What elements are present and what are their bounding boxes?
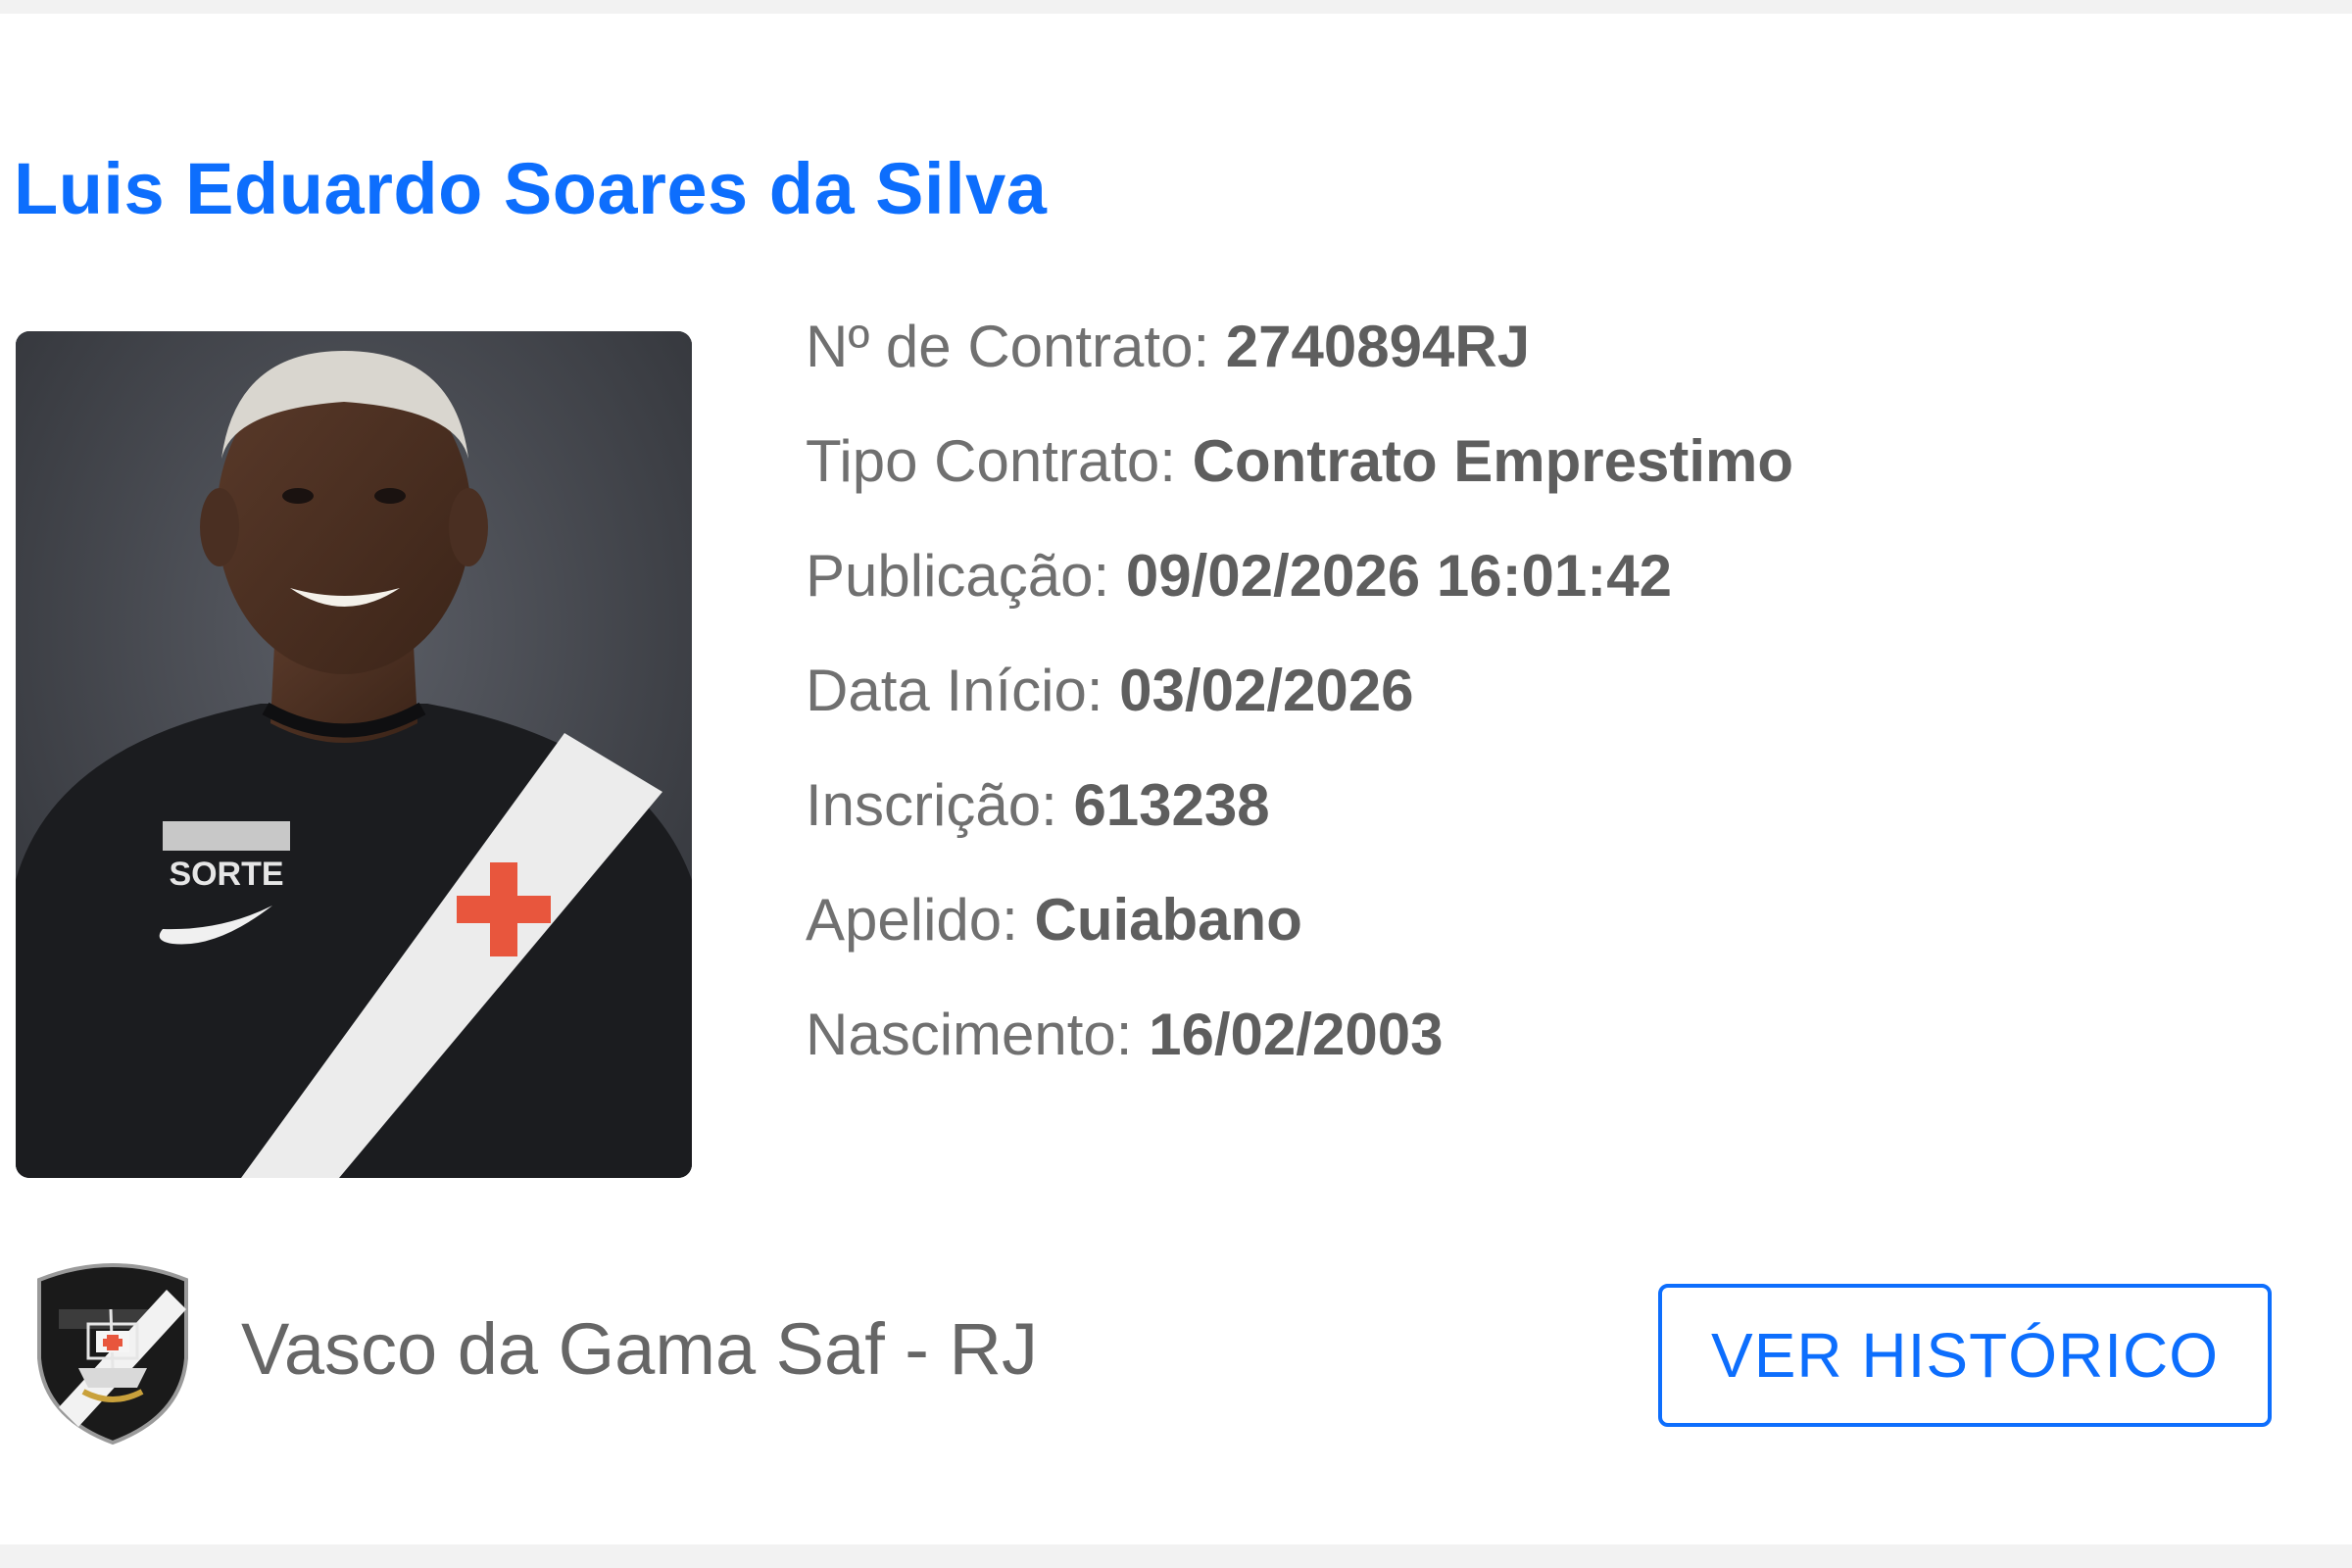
detail-value: 613238 (1073, 772, 1270, 838)
detail-row-nickname: Apelido: Cuiabano (806, 881, 1793, 996)
contract-details: Nº de Contrato: 2740894RJ Tipo Contrato:… (806, 308, 1793, 1110)
player-photo-illustration: SORTE (16, 331, 692, 1178)
detail-value: 16/02/2003 (1149, 1002, 1444, 1067)
detail-label: Nascimento: (806, 1002, 1133, 1067)
club-crest-icon (37, 1263, 188, 1446)
detail-value: 03/02/2026 (1119, 658, 1414, 723)
detail-label: Data Início: (806, 658, 1103, 723)
club-info: Vasco da Gama Saf - RJ (20, 1241, 1038, 1456)
player-name: Luis Eduardo Soares da Silva (14, 148, 1048, 229)
detail-label: Nº de Contrato: (806, 314, 1210, 379)
detail-label: Tipo Contrato: (806, 428, 1176, 494)
detail-value: 2740894RJ (1225, 314, 1531, 379)
detail-value: 09/02/2026 16:01:42 (1125, 543, 1673, 609)
player-photo: SORTE (16, 331, 692, 1178)
club-name: Vasco da Gama Saf - RJ (241, 1307, 1038, 1390)
detail-row-contract-type: Tipo Contrato: Contrato Emprestimo (806, 422, 1793, 537)
detail-row-registration: Inscrição: 613238 (806, 766, 1793, 881)
detail-row-publication: Publicação: 09/02/2026 16:01:42 (806, 537, 1793, 652)
detail-label: Inscrição: (806, 772, 1057, 838)
view-history-button[interactable]: VER HISTÓRICO (1658, 1284, 2272, 1427)
detail-row-birth-date: Nascimento: 16/02/2003 (806, 996, 1793, 1110)
detail-value: Cuiabano (1034, 887, 1302, 953)
detail-row-contract-number: Nº de Contrato: 2740894RJ (806, 308, 1793, 422)
detail-label: Publicação: (806, 543, 1110, 609)
contract-card: Luis Eduardo Soares da Silva SORTE Nº de… (0, 14, 2352, 1544)
detail-row-start-date: Data Início: 03/02/2026 (806, 652, 1793, 766)
detail-value: Contrato Emprestimo (1192, 428, 1794, 494)
sponsor-text: SORTE (169, 856, 283, 893)
detail-label: Apelido: (806, 887, 1018, 953)
